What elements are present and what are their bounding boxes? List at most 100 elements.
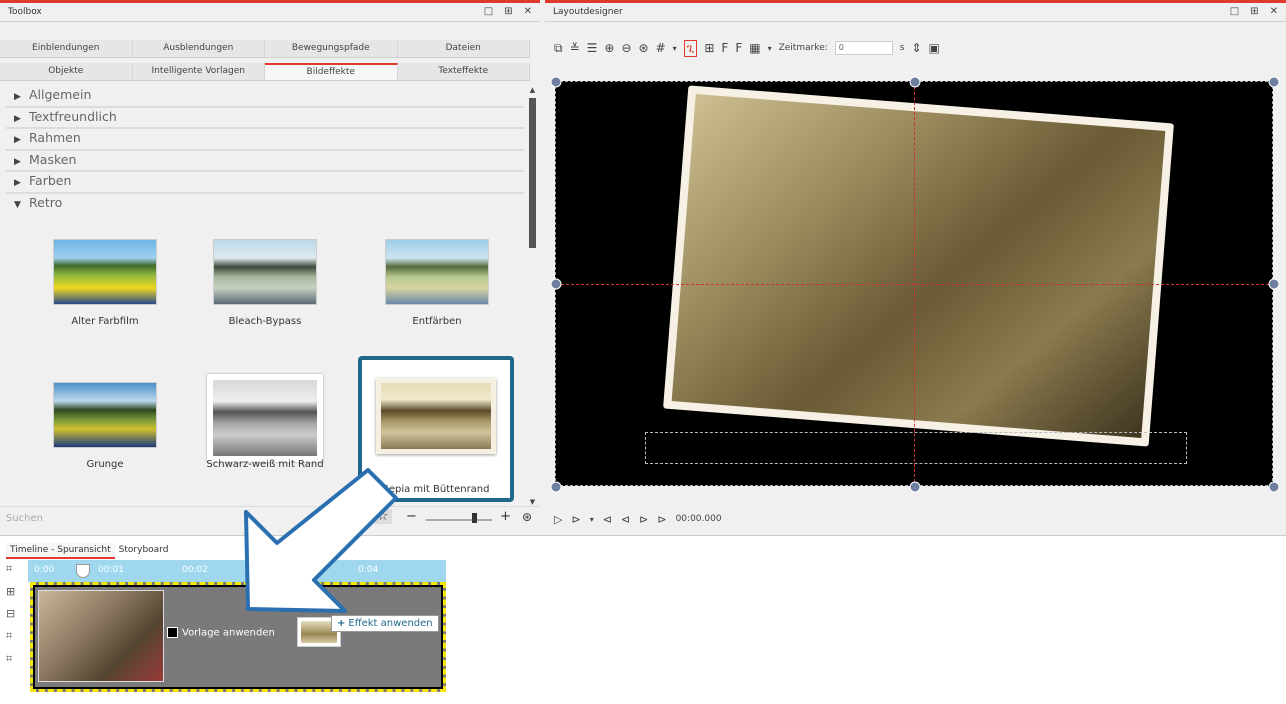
- vorlage-anwenden: Vorlage anwenden: [167, 627, 275, 639]
- tab-bildeffekte[interactable]: Bildeffekte: [265, 63, 398, 80]
- dropdown-icon[interactable]: ▾: [768, 44, 772, 53]
- toolbox-tabs-row1: Einblendungen Ausblendungen Bewegungspfa…: [0, 40, 530, 58]
- align-icon[interactable]: ≚: [570, 41, 580, 55]
- category-masken[interactable]: ▶ Masken: [6, 151, 524, 172]
- fill-icon[interactable]: ▦: [749, 41, 760, 55]
- category-farben[interactable]: ▶ Farben: [6, 172, 524, 194]
- effect-label: Sepia mit Büttenrand: [382, 484, 490, 495]
- motion-end-icon[interactable]: F: [735, 41, 742, 55]
- text-placeholder-box[interactable]: [645, 432, 1187, 464]
- scrollbar-thumb[interactable]: [529, 98, 536, 248]
- search-input[interactable]: Suchen: [6, 513, 43, 524]
- resize-handle[interactable]: [1268, 481, 1280, 493]
- close-icon[interactable]: ✕: [1270, 6, 1278, 17]
- fit-icon[interactable]: ⌗: [6, 629, 26, 643]
- close-icon[interactable]: ✕: [524, 6, 532, 17]
- pin-icon[interactable]: ⊞: [504, 6, 512, 17]
- effect-alter-farbfilm[interactable]: Alter Farbfilm: [30, 215, 180, 345]
- tab-dateien[interactable]: Dateien: [398, 40, 530, 57]
- layoutdesigner-title: Layoutdesigner: [553, 7, 623, 17]
- playhead-marker[interactable]: [76, 564, 90, 578]
- clip-thumbnail: [38, 590, 164, 682]
- tab-storyboard[interactable]: Storyboard: [115, 543, 173, 559]
- play-from-icon[interactable]: ⊳: [571, 513, 580, 526]
- save-icon[interactable]: ▣: [929, 41, 940, 55]
- scroll-down-icon[interactable]: ▼: [528, 498, 537, 506]
- next-frame-icon[interactable]: ⊳: [639, 513, 648, 526]
- plus-icon[interactable]: +: [500, 509, 511, 524]
- scroll-up-icon[interactable]: ▲: [528, 86, 537, 94]
- effect-thumbnail: [207, 374, 323, 462]
- rewind-icon[interactable]: ⊲: [603, 513, 612, 526]
- snap-icon[interactable]: ⌗: [6, 562, 26, 576]
- resize-handle[interactable]: [909, 76, 921, 88]
- effect-sepia-mit-buettenrand[interactable]: Sepia mit Büttenrand: [358, 356, 514, 502]
- maximize-icon[interactable]: □: [484, 6, 493, 17]
- effect-label: Schwarz-weiß mit Rand: [206, 459, 324, 470]
- tab-intelligente-vorlagen[interactable]: Intelligente Vorlagen: [133, 63, 265, 80]
- resize-handle[interactable]: [1268, 76, 1280, 88]
- preview-canvas[interactable]: [550, 76, 1280, 493]
- maximize-icon[interactable]: □: [1230, 6, 1239, 17]
- expand-icon[interactable]: ⌗: [6, 652, 26, 666]
- motion-icon[interactable]: F: [721, 41, 728, 55]
- effect-thumbnail: [53, 239, 157, 305]
- sepia-photo[interactable]: [663, 85, 1174, 447]
- toolbox-header: Toolbox □ ⊞ ✕: [0, 0, 540, 22]
- effect-entfaerben[interactable]: Entfärben: [362, 215, 512, 345]
- category-retro[interactable]: ▼ Retro: [6, 194, 524, 216]
- effect-bleach-bypass[interactable]: Bleach-Bypass: [190, 215, 340, 345]
- category-textfreundlich[interactable]: ▶ Textfreundlich: [6, 108, 524, 129]
- grid-icon[interactable]: #: [656, 41, 666, 55]
- category-label: Allgemein: [29, 87, 92, 102]
- ruler-label: 00:01: [98, 565, 124, 575]
- category-allgemein[interactable]: ▶ Allgemein: [6, 86, 524, 108]
- ruler-label: 0:04: [358, 565, 379, 575]
- category-list: ▶ Allgemein ▶ Textfreundlich ▶ Rahmen ▶ Mask…: [6, 86, 524, 215]
- ungroup-icon[interactable]: ⊟: [6, 607, 26, 620]
- tab-einblendungen[interactable]: Einblendungen: [0, 40, 133, 57]
- group-icon[interactable]: ⊞: [6, 585, 26, 598]
- timeline-ruler[interactable]: 0:00 00:01 00:02 0:04: [28, 560, 446, 582]
- fast-forward-icon[interactable]: ⊳: [657, 513, 666, 526]
- select-icon[interactable]: ⧉: [554, 41, 563, 56]
- star-icon[interactable]: ☆: [374, 509, 392, 524]
- layers-icon[interactable]: ☰: [587, 41, 598, 55]
- minus-icon[interactable]: −: [406, 509, 417, 524]
- tab-timeline-spuransicht[interactable]: Timeline - Spuransicht: [6, 543, 115, 559]
- resize-handle[interactable]: [909, 481, 921, 493]
- toolbox-scrollbar[interactable]: ▲ ▼: [528, 86, 537, 506]
- dropdown-icon[interactable]: ▾: [590, 515, 594, 524]
- timeline-clip[interactable]: Vorlage anwenden + Effekt anwenden: [30, 582, 446, 692]
- zoom-in-icon[interactable]: ⊕: [604, 41, 614, 55]
- keyframe-icon[interactable]: ⊞: [704, 41, 714, 55]
- pin-icon[interactable]: ⊞: [1250, 6, 1258, 17]
- expand-icon: ▶: [14, 178, 21, 188]
- zoom-out-icon[interactable]: ⊖: [621, 41, 631, 55]
- tab-objekte[interactable]: Objekte: [0, 63, 133, 80]
- toolbox-tabs-row2: Objekte Intelligente Vorlagen Bildeffekt…: [0, 63, 530, 81]
- dropdown-icon[interactable]: ▾: [673, 44, 677, 53]
- resize-handle[interactable]: [550, 481, 562, 493]
- tab-texteffekte[interactable]: Texteffekte: [398, 63, 530, 80]
- spinner-icon[interactable]: ⇕: [911, 41, 921, 55]
- prev-frame-icon[interactable]: ⊲: [621, 513, 630, 526]
- effect-grunge[interactable]: Grunge: [30, 358, 180, 488]
- category-rahmen[interactable]: ▶ Rahmen: [6, 129, 524, 151]
- size-slider[interactable]: [426, 519, 492, 521]
- zoom-fit-icon[interactable]: ⊛: [639, 41, 649, 55]
- eye-icon[interactable]: ◉: [356, 510, 366, 524]
- path-icon[interactable]: ጊ: [683, 39, 698, 57]
- size-slider-handle[interactable]: [472, 513, 477, 523]
- resize-handle[interactable]: [550, 76, 562, 88]
- zeitmarke-input[interactable]: 0: [834, 41, 893, 55]
- effect-label: Grunge: [86, 459, 124, 470]
- search-icon[interactable]: ⊛: [522, 510, 532, 524]
- resize-handle[interactable]: [1268, 278, 1280, 290]
- tab-bewegungspfade[interactable]: Bewegungspfade: [265, 40, 398, 57]
- expand-icon: ▶: [14, 92, 21, 102]
- resize-handle[interactable]: [550, 278, 562, 290]
- tab-ausblendungen[interactable]: Ausblendungen: [133, 40, 265, 57]
- play-icon[interactable]: ▷: [554, 513, 562, 526]
- effect-schwarz-weiss-mit-rand[interactable]: Schwarz-weiß mit Rand: [190, 358, 340, 488]
